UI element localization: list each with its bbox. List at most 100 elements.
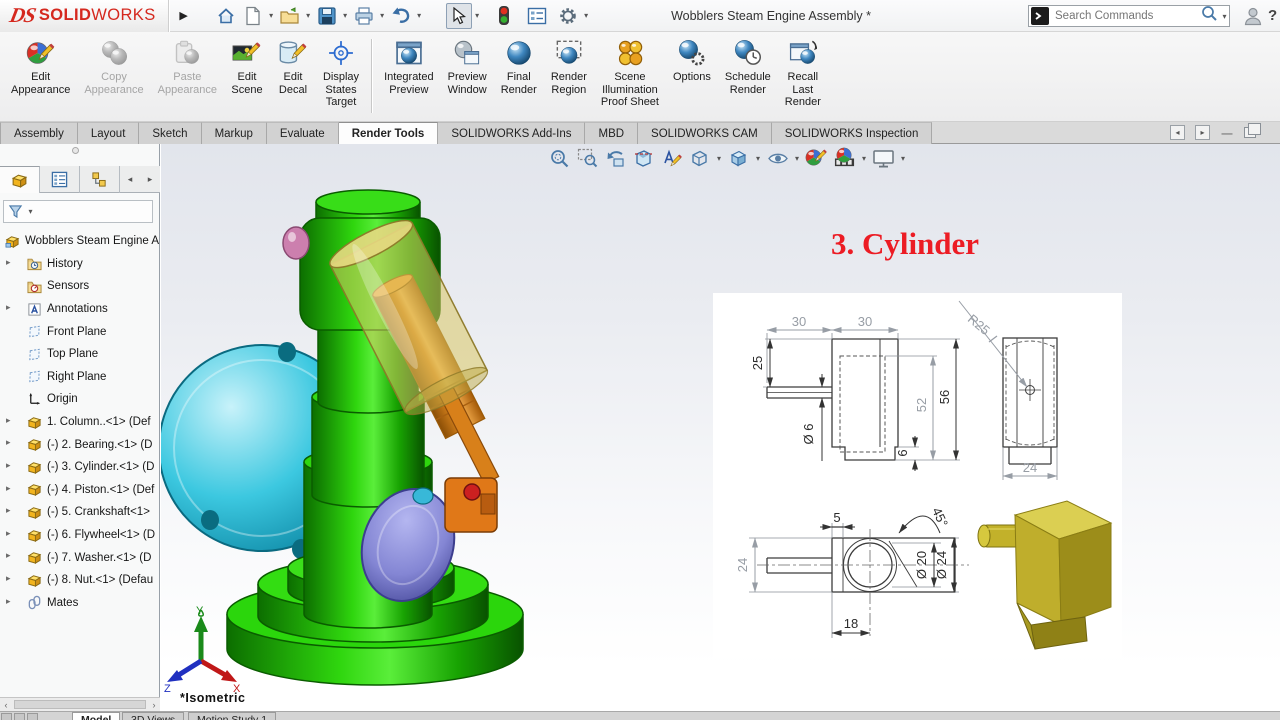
new-document-dropdown[interactable]: ▾: [267, 11, 276, 20]
feature-manager-tab[interactable]: [0, 166, 40, 193]
scrollbar-thumb[interactable]: [14, 700, 146, 709]
apply-scene-button[interactable]: [832, 146, 857, 170]
configuration-manager-tab[interactable]: [80, 166, 120, 193]
login-button[interactable]: [1243, 6, 1263, 31]
tree-item-top-plane[interactable]: Top Plane: [0, 343, 159, 366]
print-button[interactable]: [351, 3, 377, 29]
minimize-button[interactable]: —: [1220, 126, 1234, 140]
final-render-button[interactable]: Final Render: [494, 36, 544, 118]
search-dropdown[interactable]: ▾: [1220, 12, 1229, 21]
apply-scene-dropdown[interactable]: ▾: [860, 154, 868, 163]
previous-window-button[interactable]: ◂: [1170, 125, 1185, 140]
render-options-button[interactable]: Options: [666, 36, 718, 118]
interference-check-button[interactable]: [491, 3, 517, 29]
select-tool-dropdown[interactable]: ▾: [473, 11, 482, 20]
tab-solidworks-add-ins[interactable]: SOLIDWORKS Add-Ins: [438, 122, 586, 144]
expand-arrow-icon[interactable]: ▸: [6, 596, 11, 607]
search-input[interactable]: [1053, 9, 1199, 23]
tree-item-origin[interactable]: Origin: [0, 388, 159, 411]
tab-sketch[interactable]: Sketch: [139, 122, 202, 144]
expand-arrow-icon[interactable]: ▸: [6, 528, 11, 539]
options-button[interactable]: [555, 3, 581, 29]
view-settings-button[interactable]: [871, 146, 896, 170]
open-dropdown[interactable]: ▾: [304, 11, 313, 20]
tree-item-nut[interactable]: ▸ (-) 8. Nut.<1> (Defau: [0, 569, 159, 592]
panel-tabs-right-icon[interactable]: ▸: [148, 174, 153, 185]
logo-flyout-arrow[interactable]: ▶: [173, 3, 195, 29]
help-button[interactable]: ?: [1268, 7, 1277, 24]
tree-item-column[interactable]: ▸ 1. Column..<1> (Def: [0, 411, 159, 434]
tree-item-mates[interactable]: ▸ Mates: [0, 592, 159, 615]
tab-motion-study-1[interactable]: Motion Study 1: [188, 712, 277, 720]
tab-3d-views[interactable]: 3D Views: [122, 712, 185, 720]
3d-steam-engine-model[interactable]: [161, 144, 721, 711]
tab-solidworks-inspection[interactable]: SOLIDWORKS Inspection: [771, 122, 933, 144]
hide-show-items-dropdown[interactable]: ▾: [793, 154, 801, 163]
scroll-right-icon[interactable]: ›: [148, 698, 160, 711]
tab-assembly[interactable]: Assembly: [0, 122, 78, 144]
display-style-button[interactable]: [726, 146, 751, 170]
integrated-preview-button[interactable]: Integrated Preview: [377, 36, 441, 118]
tree-item-flywheel[interactable]: ▸ (-) 6. Flywheel<1> (D: [0, 524, 159, 547]
tree-item-history[interactable]: ▸ History: [0, 253, 159, 276]
tree-item-assembly-root[interactable]: Wobblers Steam Engine A: [0, 230, 159, 253]
restore-window-button[interactable]: [1244, 123, 1261, 138]
search-icon[interactable]: [1201, 5, 1218, 27]
tab-evaluate[interactable]: Evaluate: [266, 122, 339, 144]
expand-arrow-icon[interactable]: ▸: [6, 460, 11, 471]
tree-item-right-plane[interactable]: Right Plane: [0, 366, 159, 389]
select-tool-button[interactable]: [445, 2, 472, 29]
undo-dropdown[interactable]: ▾: [415, 11, 424, 20]
tree-item-sensors[interactable]: Sensors: [0, 275, 159, 298]
display-states-target-button[interactable]: Display States Target: [316, 36, 366, 118]
view-settings-dropdown[interactable]: ▾: [899, 154, 907, 163]
tree-item-front-plane[interactable]: Front Plane: [0, 320, 159, 343]
panel-tab-scroll[interactable]: ◂ ▸: [120, 166, 160, 192]
next-window-button[interactable]: ▸: [1195, 125, 1210, 140]
print-dropdown[interactable]: ▾: [378, 11, 387, 20]
tree-item-annotations[interactable]: ▸ Annotations: [0, 298, 159, 321]
scroll-left-icon[interactable]: ‹: [0, 698, 12, 711]
expand-arrow-icon[interactable]: ▸: [6, 550, 11, 561]
tab-render-tools[interactable]: Render Tools: [338, 122, 439, 144]
scene-illumination-proof-sheet-button[interactable]: Scene Illumination Proof Sheet: [594, 36, 666, 118]
recall-last-render-button[interactable]: Recall Last Render: [778, 36, 828, 118]
save-dropdown[interactable]: ▾: [341, 11, 350, 20]
property-manager-tab[interactable]: [40, 166, 80, 193]
undo-button[interactable]: [388, 3, 414, 29]
hide-show-items-button[interactable]: [765, 146, 790, 170]
edit-decal-button[interactable]: Edit Decal: [270, 36, 316, 118]
open-button[interactable]: [277, 3, 303, 29]
panel-splitter-handle[interactable]: [72, 147, 79, 154]
display-pane-button[interactable]: [524, 3, 550, 29]
model-tabs-scroll-button[interactable]: [1, 713, 12, 720]
tab-layout[interactable]: Layout: [77, 122, 140, 144]
home-button[interactable]: [213, 3, 239, 29]
expand-arrow-icon[interactable]: ▸: [6, 415, 11, 426]
options-dropdown[interactable]: ▾: [582, 11, 591, 20]
display-style-dropdown[interactable]: ▾: [754, 154, 762, 163]
tab-markup[interactable]: Markup: [201, 122, 267, 144]
save-button[interactable]: [314, 3, 340, 29]
render-region-button[interactable]: Render Region: [544, 36, 594, 118]
expand-arrow-icon[interactable]: ▸: [6, 505, 11, 516]
tree-item-crankshaft[interactable]: ▸ (-) 5. Crankshaft<1>: [0, 501, 159, 524]
edit-scene-button[interactable]: Edit Scene: [224, 36, 270, 118]
model-tabs-scroll-button[interactable]: [27, 713, 38, 720]
tab-model[interactable]: Model: [72, 712, 121, 720]
edit-appearance-button[interactable]: Edit Appearance: [4, 36, 77, 118]
edit-appearance-hud-button[interactable]: [804, 146, 829, 170]
expand-arrow-icon[interactable]: ▸: [6, 573, 11, 584]
expand-arrow-icon[interactable]: ▸: [6, 483, 11, 494]
schedule-render-button[interactable]: Schedule Render: [718, 36, 778, 118]
panel-horizontal-scrollbar[interactable]: ‹ ›: [0, 697, 160, 711]
tree-filter-box[interactable]: ▾: [3, 200, 153, 223]
expand-arrow-icon[interactable]: ▸: [6, 302, 11, 313]
filter-dropdown[interactable]: ▾: [26, 207, 35, 216]
tab-mbd[interactable]: MBD: [585, 122, 639, 144]
tree-item-cylinder[interactable]: ▸ (-) 3. Cylinder.<1> (D: [0, 456, 159, 479]
preview-window-button[interactable]: Preview Window: [441, 36, 494, 118]
panel-tabs-left-icon[interactable]: ◂: [128, 174, 133, 185]
tree-item-piston[interactable]: ▸ (-) 4. Piston.<1> (Def: [0, 479, 159, 502]
tab-solidworks-cam[interactable]: SOLIDWORKS CAM: [638, 122, 772, 144]
